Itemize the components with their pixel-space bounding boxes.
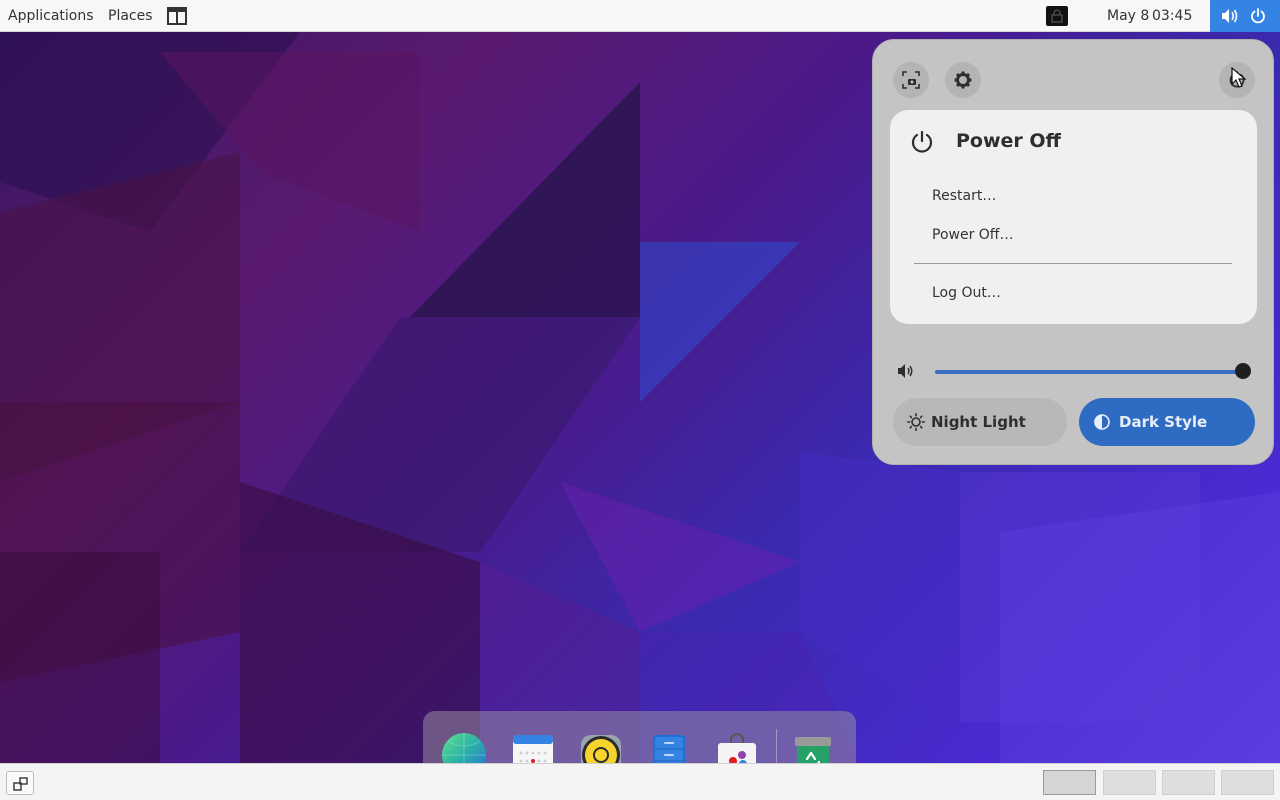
night-light-toggle[interactable]: Night Light — [893, 398, 1067, 446]
log-out-menu-item[interactable]: Log Out… — [932, 281, 1001, 305]
workspace-2[interactable] — [1103, 770, 1156, 795]
half-circle-icon — [1094, 414, 1110, 430]
menu-separator — [914, 263, 1232, 264]
volume-slider-handle[interactable] — [1235, 363, 1251, 379]
settings-gear-icon — [954, 71, 972, 89]
dark-style-toggle[interactable]: Dark Style — [1079, 398, 1255, 446]
mouse-cursor-icon — [1231, 67, 1247, 88]
window-layout-icon[interactable] — [167, 7, 187, 25]
applications-menu[interactable]: Applications — [8, 0, 94, 32]
power-icon — [911, 130, 933, 153]
screenshot-button[interactable] — [893, 62, 929, 98]
screenshot-icon — [902, 71, 920, 89]
quick-settings-panel: Power Off Restart… Power Off… Log Out… N… — [872, 39, 1274, 465]
volume-slider[interactable] — [935, 370, 1243, 374]
night-light-label: Night Light — [931, 413, 1026, 431]
power-off-menu: Power Off Restart… Power Off… Log Out… — [890, 110, 1257, 324]
power-menu-title: Power Off — [956, 130, 1061, 152]
workspace-3[interactable] — [1162, 770, 1215, 795]
volume-icon — [1222, 9, 1238, 23]
power-off-menu-item[interactable]: Power Off… — [932, 223, 1013, 247]
power-icon — [1251, 8, 1265, 24]
bottom-panel — [0, 763, 1280, 800]
lock-indicator-icon[interactable] — [1046, 6, 1068, 26]
top-panel: Applications Places May 8 03:45 — [0, 0, 1280, 32]
restart-menu-item[interactable]: Restart… — [932, 184, 996, 208]
system-status-menu[interactable] — [1210, 0, 1280, 32]
show-desktop-button[interactable] — [6, 771, 34, 795]
workspace-4[interactable] — [1221, 770, 1274, 795]
clock-date[interactable]: May 8 — [1107, 0, 1149, 32]
settings-button[interactable] — [945, 62, 981, 98]
speaker-icon[interactable] — [897, 363, 915, 379]
sun-icon — [907, 413, 925, 431]
dark-style-label: Dark Style — [1119, 413, 1208, 431]
places-menu[interactable]: Places — [108, 0, 153, 32]
clock-time[interactable]: 03:45 — [1152, 0, 1192, 32]
window-switch-icon — [13, 777, 28, 791]
workspace-1[interactable] — [1043, 770, 1096, 795]
